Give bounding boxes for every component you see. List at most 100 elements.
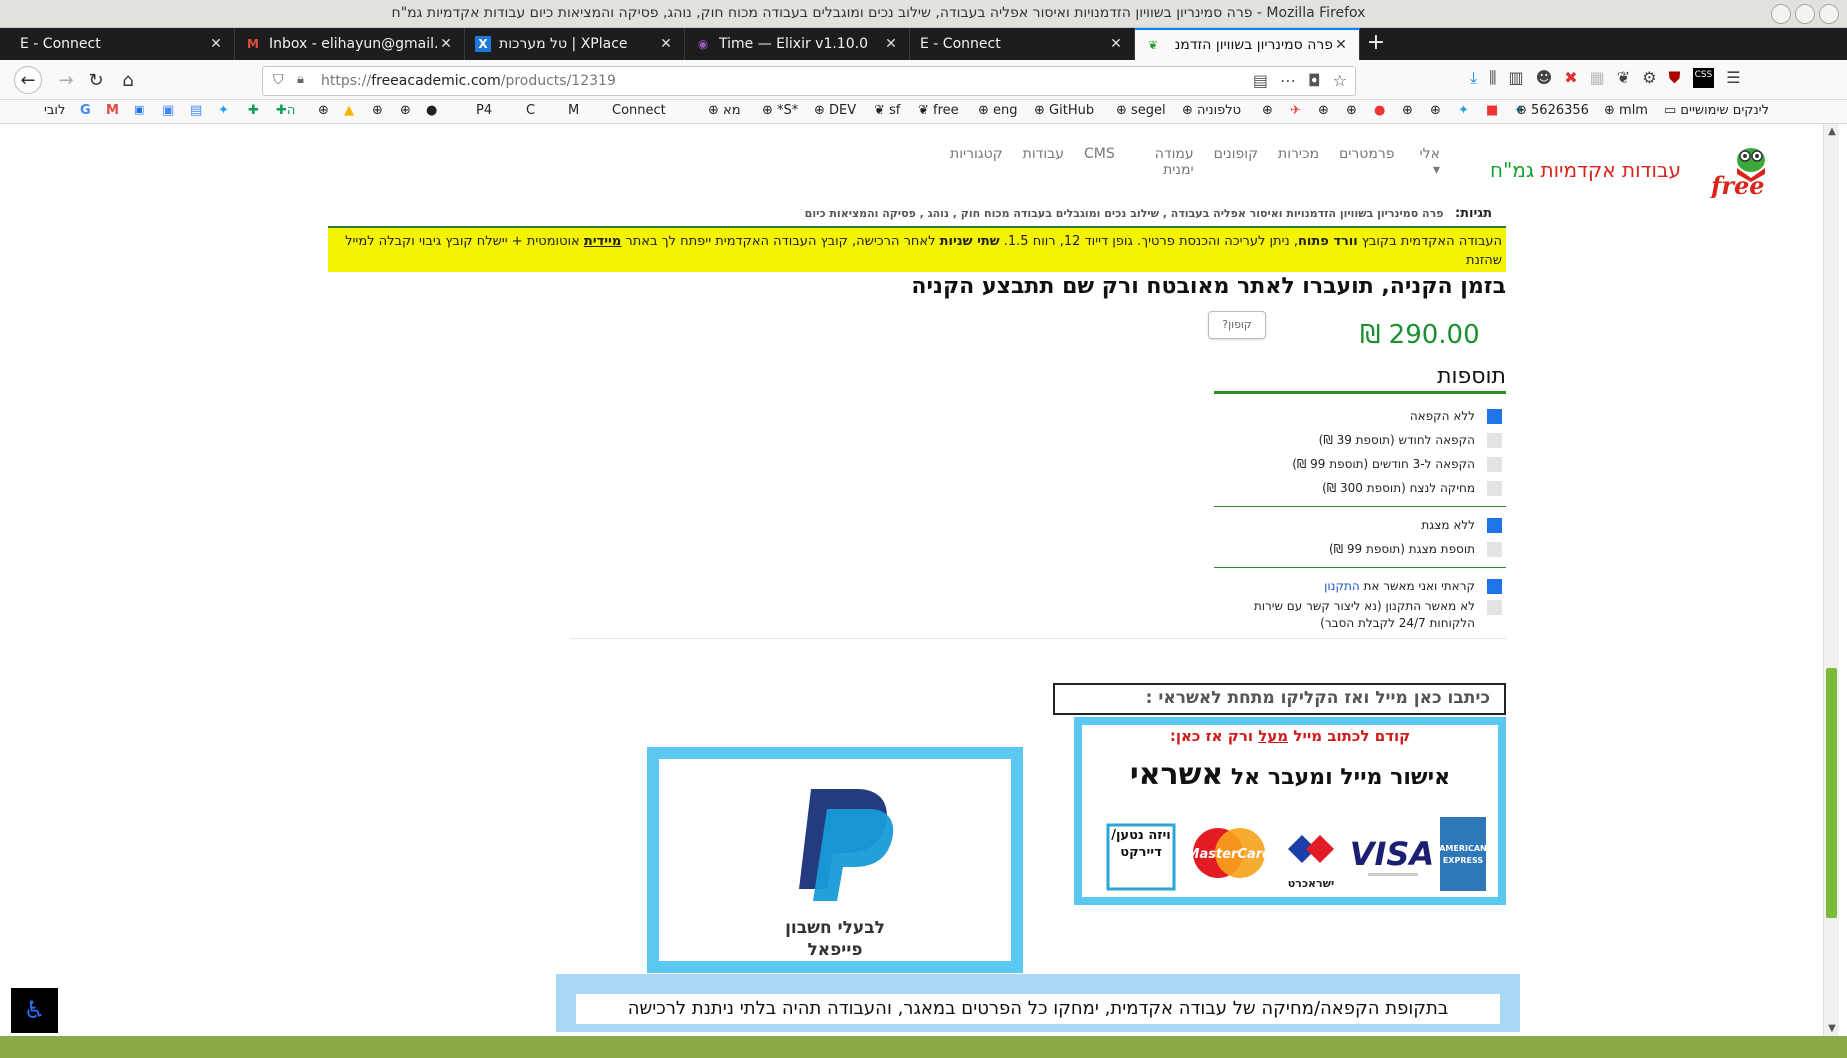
page-scrollbar[interactable]: ▲ ▼: [1823, 124, 1839, 1036]
radio-checked[interactable]: [1487, 408, 1502, 424]
translate-icon[interactable]: ▣: [162, 103, 174, 118]
bookmark-p4[interactable]: P4: [476, 103, 492, 118]
minimize-button[interactable]: [1771, 4, 1791, 24]
sheets-icon[interactable]: ✚: [248, 103, 259, 118]
extension-icon[interactable]: ⚙: [1642, 68, 1656, 88]
ublock-icon[interactable]: ⛊: [1669, 68, 1681, 88]
back-button[interactable]: ←: [14, 66, 42, 94]
tab-freeacademic[interactable]: ❦ פרה סמינריון בשוויון הזדמנ ✕: [1135, 28, 1360, 60]
github-icon[interactable]: ●: [426, 103, 437, 118]
google-icon[interactable]: G: [80, 103, 91, 118]
option-delete-forever[interactable]: מחיקה לנצח (תוספת 300 ₪): [1214, 476, 1506, 500]
bookmark-free[interactable]: ❦ free: [918, 103, 959, 118]
close-window-button[interactable]: [1819, 4, 1839, 24]
bookmark-blue-icon[interactable]: ✦: [1458, 103, 1469, 118]
radio-checked[interactable]: [1487, 517, 1502, 533]
globe-icon[interactable]: ⊕: [1262, 103, 1273, 118]
credit-card-payment-box[interactable]: קודם לכתוב מייל מעל ורק אז כאן: אישור מי…: [1074, 717, 1506, 905]
menu-item-categories[interactable]: קטגוריות: [950, 146, 1003, 178]
close-icon[interactable]: ✕: [438, 36, 454, 52]
globe-icon[interactable]: ⊕: [1346, 103, 1357, 118]
bookmark-5626356[interactable]: ⊕ 5626356: [1516, 103, 1589, 118]
accessibility-icon[interactable]: ♿: [11, 988, 58, 1033]
close-icon[interactable]: ✕: [1108, 36, 1124, 52]
bookmark-star-icon[interactable]: ☆: [1333, 71, 1347, 90]
reader-view-icon[interactable]: ▤: [1253, 71, 1268, 90]
extension-bookmark-icon[interactable]: ✈: [1290, 103, 1301, 118]
bookmark-c[interactable]: C: [526, 103, 535, 118]
bookmark-sf[interactable]: ❦ sf: [874, 103, 900, 118]
option-add-presentation[interactable]: תוספת מצגת (תוספת 99 ₪): [1214, 537, 1506, 561]
bookmark-m[interactable]: M: [568, 103, 579, 118]
tab-econnect-1[interactable]: E - Connect ✕: [10, 28, 235, 60]
tab-gmail[interactable]: M Inbox - elihayun@gmail.c ✕: [235, 28, 465, 60]
option-no-freeze[interactable]: ללא הקפאה: [1214, 404, 1506, 428]
bookmark-s[interactable]: ⊕ *S*: [762, 103, 798, 118]
tab-econnect-2[interactable]: E - Connect ✕: [910, 28, 1135, 60]
menu-item-sales[interactable]: מכירות: [1278, 146, 1319, 178]
paypal-payment-box[interactable]: לבעלי חשבון פייפאל: [647, 747, 1023, 973]
bookmark-lobby[interactable]: לובי: [44, 103, 65, 118]
radio-unchecked[interactable]: [1487, 432, 1502, 448]
option-freeze-month[interactable]: הקפאה לחודש (תוספת 39 ₪): [1214, 428, 1506, 452]
downloads-icon[interactable]: ⤓: [1470, 68, 1477, 88]
scroll-up-icon[interactable]: ▲: [1824, 126, 1840, 137]
option-accept-terms[interactable]: קראתי ואני מאשר את התקנון: [1214, 574, 1506, 598]
card-logos[interactable]: ויזה נטען/ דיירקט MasterCard ישראכרט VIS…: [1106, 817, 1488, 893]
option-no-presentation[interactable]: ללא מצגת: [1214, 513, 1506, 537]
bookmarks-folder[interactable]: ▭ לינקים שימושיים: [1664, 103, 1769, 118]
scroll-down-icon[interactable]: ▼: [1824, 1023, 1840, 1034]
sidebar-icon[interactable]: ▥: [1508, 68, 1523, 88]
menu-item-right-column[interactable]: עמודה ימנית: [1135, 146, 1194, 178]
menu-item-parameters[interactable]: פרמטרים: [1339, 146, 1395, 178]
radio-unchecked[interactable]: [1487, 456, 1502, 472]
radio-unchecked[interactable]: [1487, 600, 1502, 615]
scrollbar-thumb[interactable]: [1826, 668, 1837, 918]
extension-icon[interactable]: ❦: [1617, 68, 1630, 88]
menu-item-cms[interactable]: CMS: [1084, 146, 1115, 178]
extension-icon[interactable]: ✖: [1564, 68, 1577, 88]
menu-item-user[interactable]: אלי ▾: [1415, 146, 1440, 178]
globe-icon[interactable]: ⊕: [400, 103, 411, 118]
account-icon[interactable]: ☻: [1536, 68, 1553, 88]
url-text[interactable]: https://freeacademic.com/products/12319: [321, 73, 616, 89]
css-extension-icon[interactable]: CSS: [1692, 68, 1715, 88]
bookmark-red-square-icon[interactable]: ■: [1486, 103, 1498, 118]
maximize-button[interactable]: [1795, 4, 1815, 24]
radio-unchecked[interactable]: [1487, 480, 1502, 496]
docs-icon[interactable]: ▤: [190, 103, 202, 118]
globe-icon[interactable]: ⊕: [372, 103, 383, 118]
option-freeze-3-months[interactable]: הקפאה ל-3 חודשים (תוספת 99 ₪): [1214, 452, 1506, 476]
new-tab-button[interactable]: +: [1362, 30, 1390, 58]
menu-icon[interactable]: ☰: [1726, 68, 1740, 88]
bookmark-telephony[interactable]: ⊕ טלפוניה: [1182, 103, 1241, 118]
radio-checked[interactable]: [1487, 578, 1502, 594]
tab-elixir[interactable]: ◉ Time — Elixir v1.10.0 ✕: [685, 28, 910, 60]
bookmark-eng[interactable]: ⊕ eng: [978, 103, 1018, 118]
close-icon[interactable]: ✕: [658, 36, 674, 52]
bookmark-segel[interactable]: ⊕ segel: [1116, 103, 1166, 118]
bookmark-connect[interactable]: Connect: [612, 103, 666, 118]
coupon-button[interactable]: קופון?: [1208, 311, 1266, 339]
pocket-icon[interactable]: ◘: [1308, 71, 1321, 90]
extension-icon[interactable]: ▦: [1590, 68, 1605, 88]
shield-icon[interactable]: ⛉: [273, 72, 284, 88]
sheets-icon[interactable]: ✚ה: [276, 103, 295, 118]
freeacademic-logo[interactable]: free: [1707, 138, 1795, 198]
close-icon[interactable]: ✕: [883, 36, 899, 52]
menu-item-works[interactable]: עבודות: [1023, 146, 1064, 178]
twitter-icon[interactable]: ✦: [218, 103, 229, 118]
tags-list[interactable]: פרה סמינריון בשוויון הזדמנויות ואיסור אפ…: [805, 207, 1444, 220]
globe-icon[interactable]: ⊕: [1318, 103, 1329, 118]
brand-name[interactable]: עבודות אקדמיות גמ"ח: [1490, 158, 1681, 182]
globe-icon[interactable]: ⊕: [318, 103, 329, 118]
library-icon[interactable]: ⫼: [1489, 68, 1496, 88]
address-bar[interactable]: ⛉ 🔒︎ https://freeacademic.com/products/1…: [262, 66, 1356, 96]
tab-xplace[interactable]: X טל מערכות | XPlace ✕: [465, 28, 685, 60]
radio-unchecked[interactable]: [1487, 541, 1502, 557]
bookmark-github[interactable]: ⊕ GitHub: [1034, 103, 1094, 118]
bookmark-mlm[interactable]: ⊕ mlm: [1604, 103, 1648, 118]
bookmark-ma[interactable]: ⊕ מא: [708, 103, 741, 118]
bookmark-red-icon[interactable]: ●: [1374, 103, 1385, 118]
terms-link[interactable]: התקנון: [1324, 579, 1360, 593]
